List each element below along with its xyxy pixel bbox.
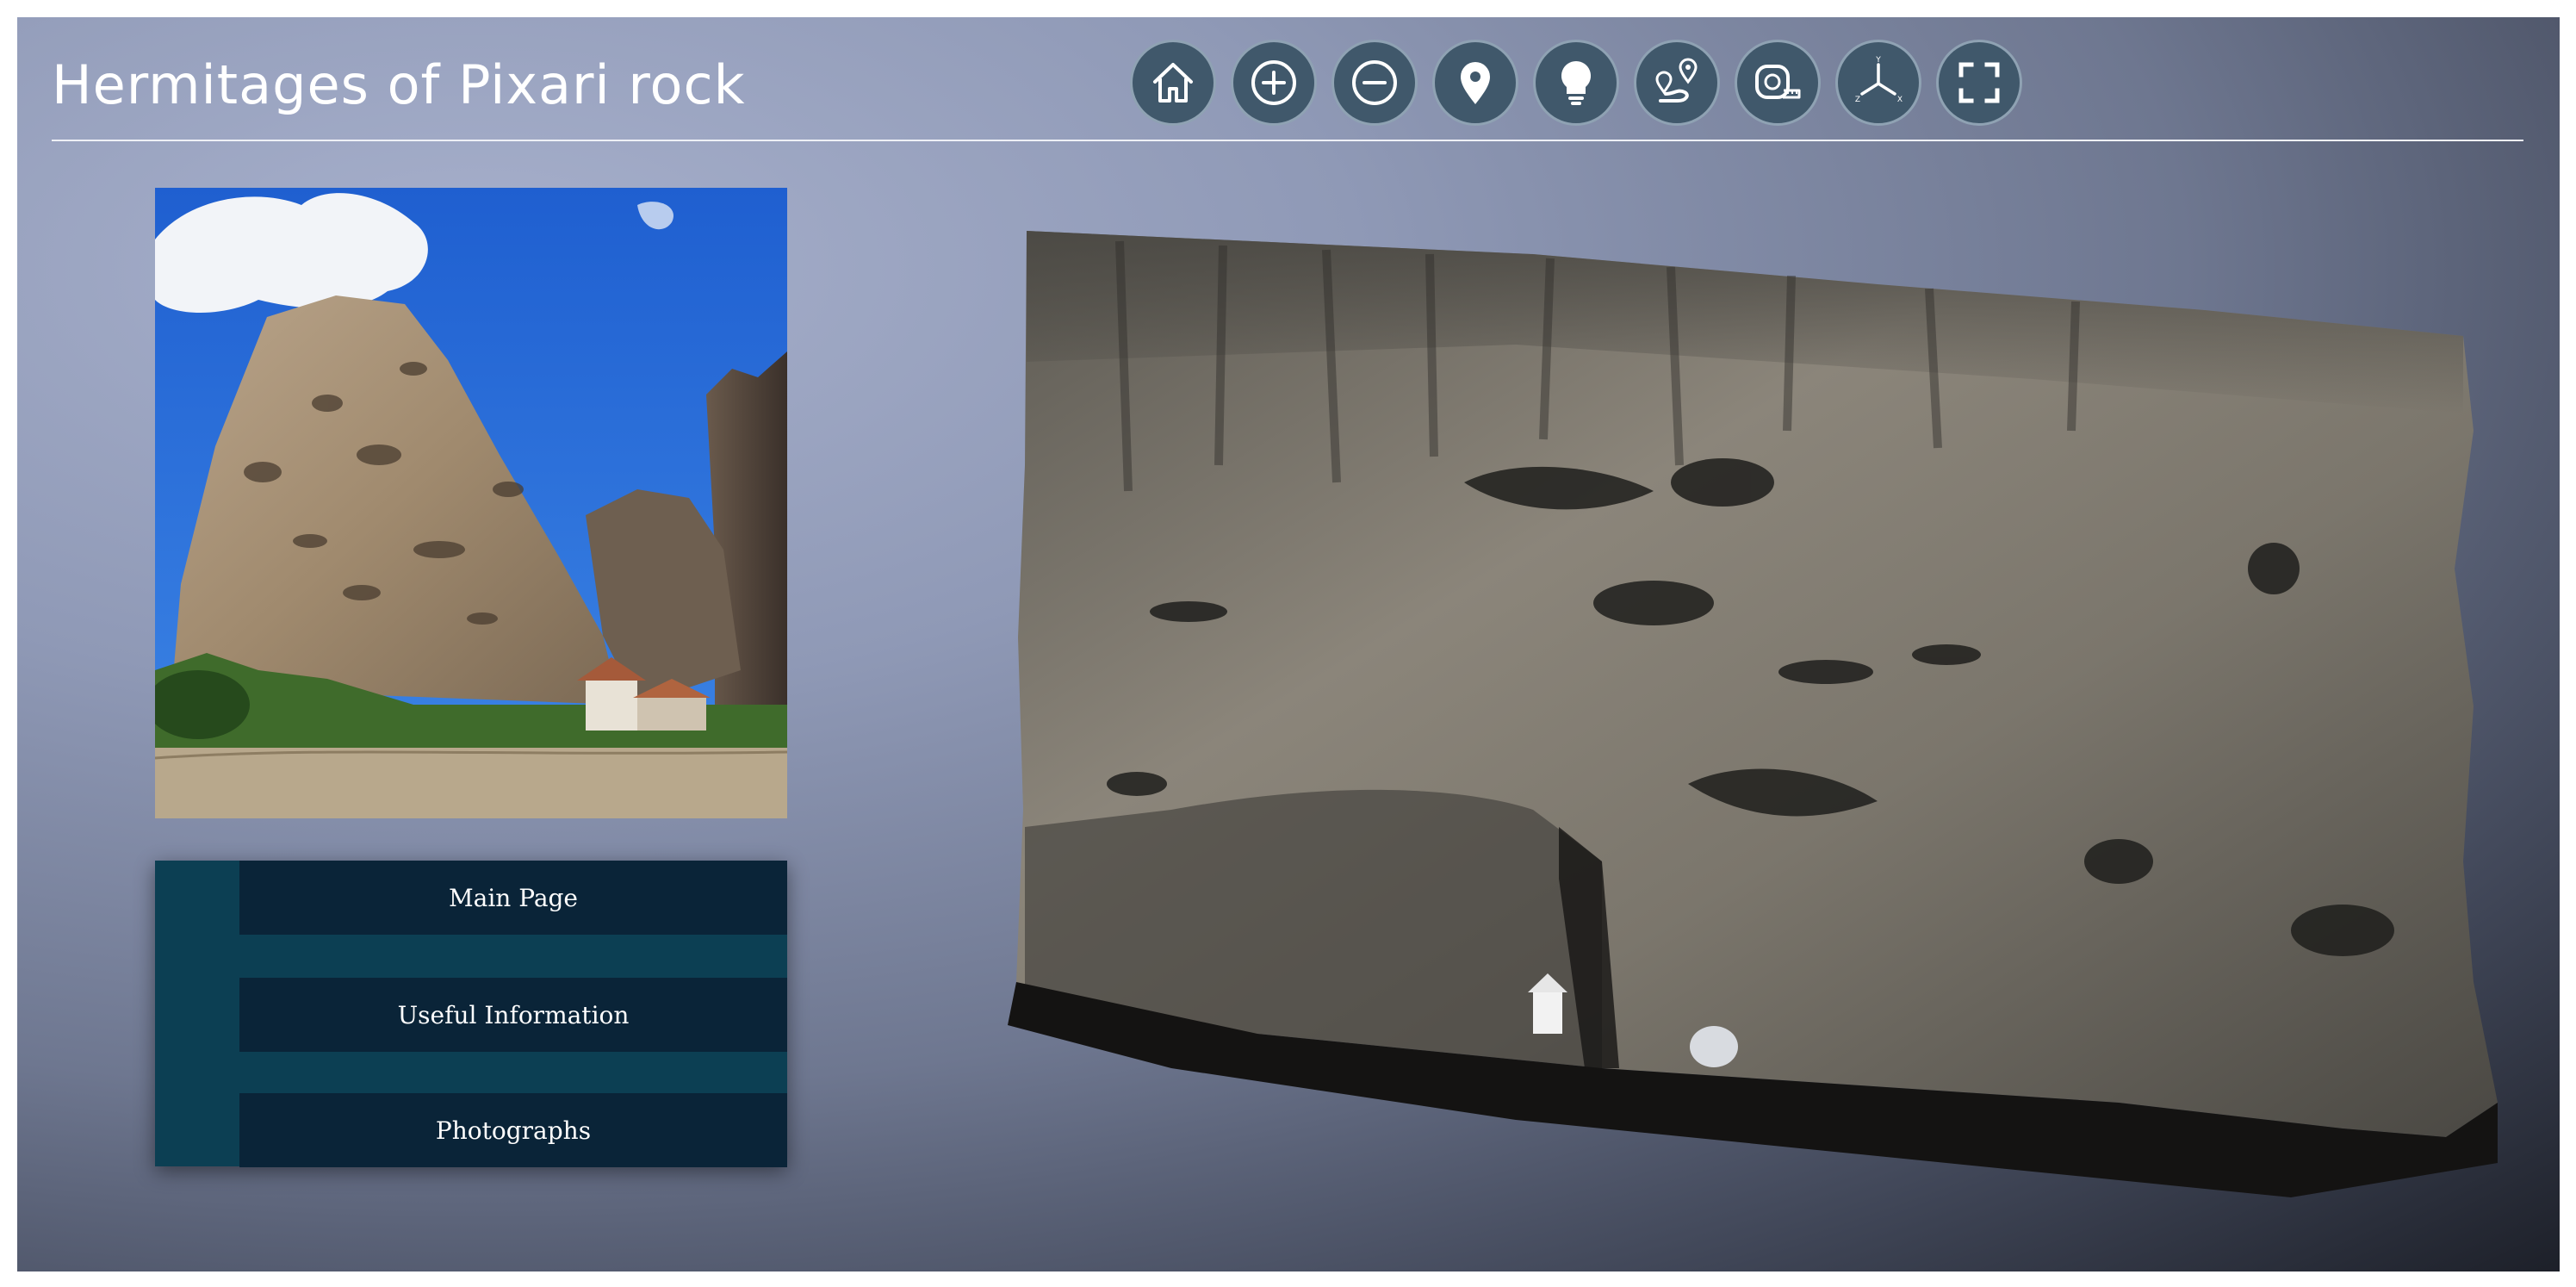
header-divider: [52, 140, 2523, 141]
pin-button[interactable]: [1432, 40, 1518, 126]
map-pin-icon: [1461, 62, 1490, 104]
home-icon: [1153, 63, 1193, 103]
zoom-in-button[interactable]: [1231, 40, 1317, 126]
route-button[interactable]: [1634, 40, 1720, 126]
fullscreen-icon: [1958, 62, 2000, 103]
3d-model-viewport[interactable]: [999, 207, 2498, 1240]
zoom-in-icon: [1251, 60, 1296, 105]
tape-measure-icon: [1755, 65, 1801, 99]
viewer-background: Hermitages of Pixari rock Y Z X Main Pag…: [17, 17, 2560, 1271]
axis-x-label: X: [1897, 96, 1903, 104]
navigation-menu: Main Page Useful Information Photographs: [155, 861, 787, 1167]
lightbulb-icon: [1561, 60, 1592, 105]
zoom-out-icon: [1352, 60, 1397, 105]
axes-button[interactable]: Y Z X: [1835, 40, 1921, 126]
measure-button[interactable]: [1735, 40, 1821, 126]
axis-z-label: Z: [1855, 96, 1860, 104]
route-pin-icon: [1655, 58, 1698, 103]
light-button[interactable]: [1533, 40, 1619, 126]
home-button[interactable]: [1130, 40, 1216, 126]
axes-icon: Y Z X: [1855, 56, 1903, 104]
menu-item-main-page[interactable]: Main Page: [239, 861, 787, 935]
menu-item-useful-information[interactable]: Useful Information: [239, 978, 787, 1052]
fullscreen-button[interactable]: [1936, 40, 2022, 126]
axis-y-label: Y: [1875, 56, 1881, 65]
menu-item-photographs[interactable]: Photographs: [239, 1093, 787, 1167]
toolbar: Y Z X: [1130, 40, 2022, 126]
zoom-out-button[interactable]: [1331, 40, 1418, 126]
page-title: Hermitages of Pixari rock: [52, 53, 746, 116]
site-photo: [155, 188, 787, 818]
